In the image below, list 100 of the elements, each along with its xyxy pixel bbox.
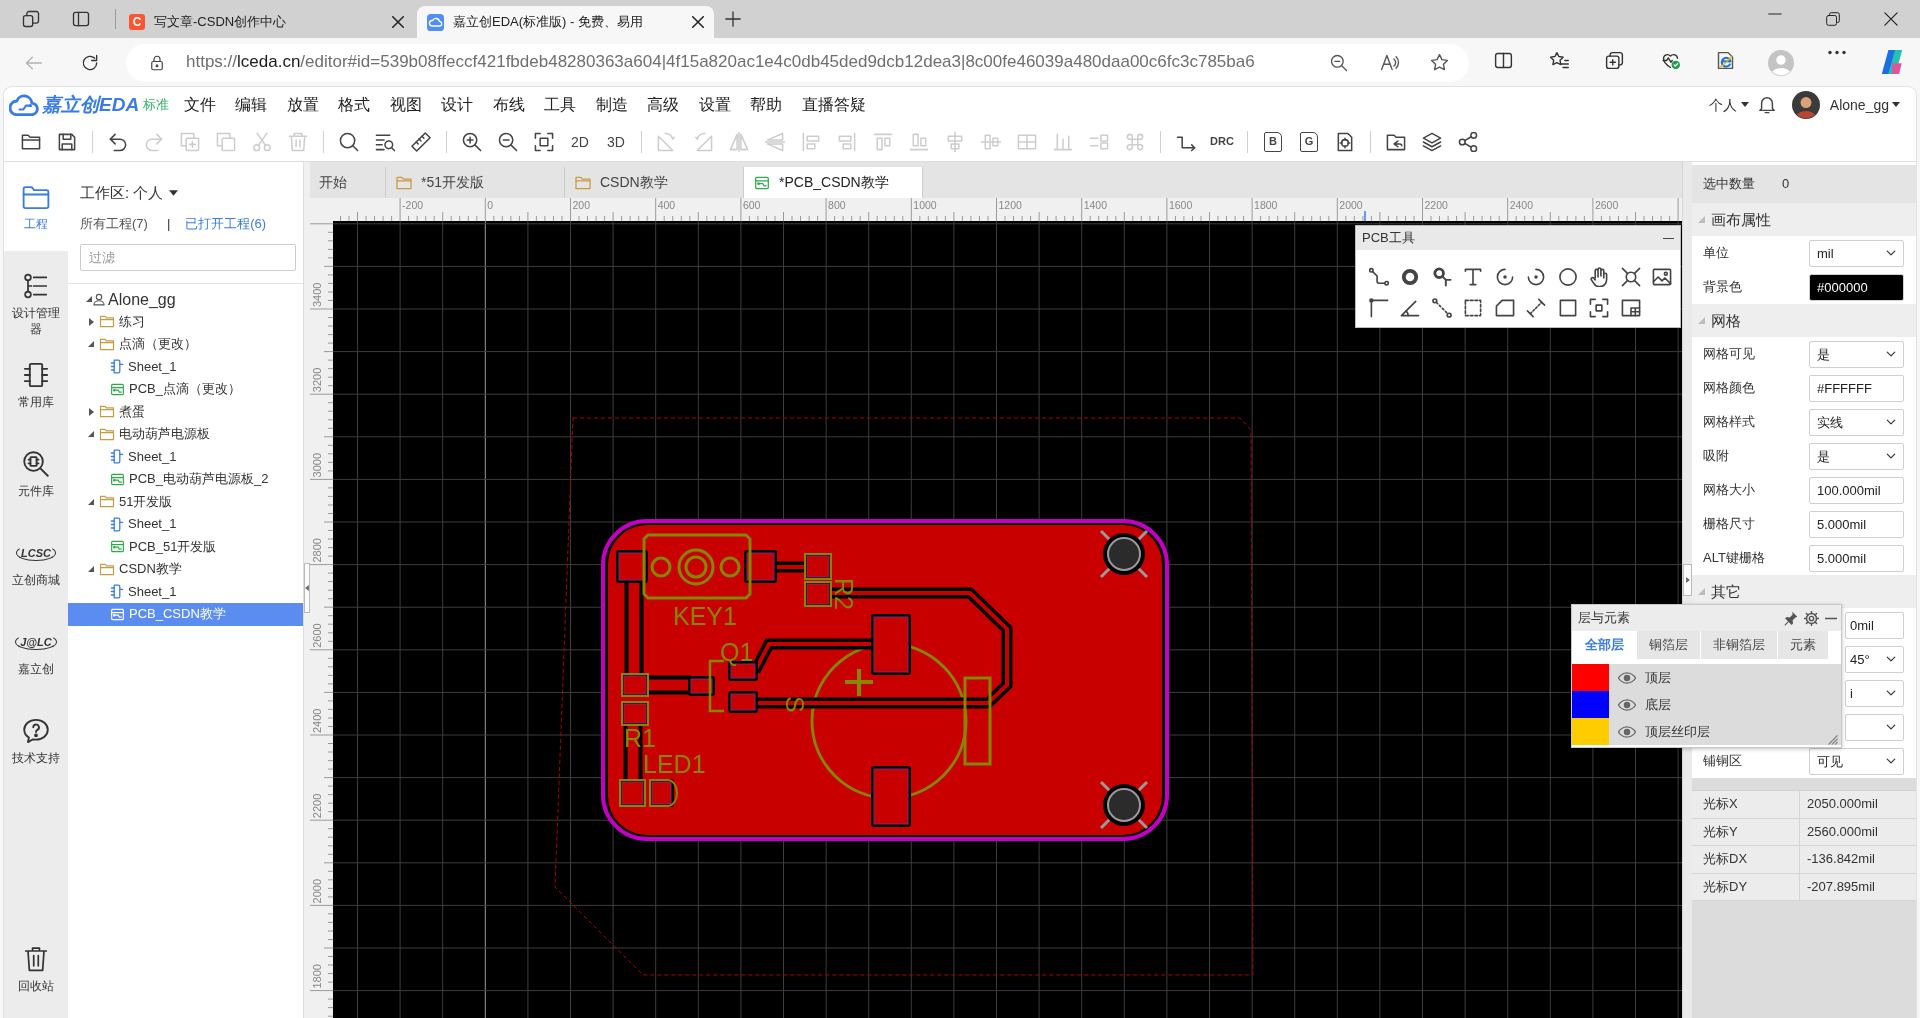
section-header[interactable]: 其它: [1692, 575, 1916, 608]
menu-item[interactable]: 格式: [328, 90, 380, 120]
zoom-out-icon[interactable]: [1329, 52, 1349, 73]
section-header[interactable]: 网格: [1692, 304, 1916, 337]
layer-row[interactable]: 顶层丝印层: [1572, 718, 1841, 745]
refresh-icon[interactable]: [80, 52, 100, 73]
workspace-dropdown[interactable]: 工作区: 个人: [80, 183, 179, 203]
property-select[interactable]: 45°: [1845, 645, 1904, 673]
avatar-icon[interactable]: [1791, 91, 1820, 119]
square-icon[interactable]: [1557, 297, 1578, 318]
menu-item[interactable]: 放置: [277, 90, 329, 120]
tree-item[interactable]: PCB_点滴（更改）: [68, 378, 303, 401]
sidebar-item[interactable]: 回收站: [4, 944, 68, 1018]
filter-field[interactable]: 过滤: [80, 244, 296, 271]
menu-item[interactable]: 设置: [689, 90, 741, 120]
property-select[interactable]: 是: [1809, 340, 1904, 368]
color-input[interactable]: #000000: [1809, 273, 1904, 301]
view-2d-button[interactable]: 2D: [562, 133, 598, 151]
dashed-rect-icon[interactable]: [1463, 297, 1484, 318]
close-icon[interactable]: [692, 16, 704, 28]
bell-icon[interactable]: [1757, 96, 1776, 114]
tree-item[interactable]: 51开发版: [68, 490, 303, 513]
collections-icon[interactable]: [1604, 49, 1626, 71]
workspaces-icon[interactable]: [21, 9, 41, 29]
drc-button[interactable]: DRC: [1204, 135, 1240, 149]
menu-item[interactable]: 设计: [431, 90, 483, 120]
workspace-menu[interactable]: 个人: [1708, 96, 1749, 114]
collapse-triangle-icon[interactable]: [88, 566, 94, 573]
undo-icon[interactable]: [108, 132, 128, 152]
settings-icon[interactable]: [1804, 610, 1819, 626]
find-list-icon[interactable]: [375, 132, 395, 152]
menu-item[interactable]: 布线: [483, 90, 535, 120]
eye-icon[interactable]: [1618, 698, 1636, 711]
zoom-in-icon[interactable]: [462, 132, 482, 152]
property-select[interactable]: 实线: [1809, 408, 1904, 436]
image-icon[interactable]: [1652, 266, 1673, 287]
tree-item[interactable]: Sheet_1: [68, 580, 303, 603]
search-icon[interactable]: [339, 132, 359, 152]
menu-item[interactable]: 编辑: [225, 90, 277, 120]
color-input[interactable]: #FFFFFF: [1809, 374, 1904, 402]
read-aloud-icon[interactable]: [1378, 52, 1400, 73]
resize-grip-icon[interactable]: [1828, 735, 1838, 745]
circle-icon[interactable]: [1557, 266, 1578, 287]
project-filter-link[interactable]: 所有工程(7): [80, 216, 148, 232]
property-select[interactable]: i: [1845, 679, 1904, 707]
arc-icon[interactable]: [1526, 266, 1547, 287]
target-file-icon[interactable]: [1335, 132, 1355, 152]
track-icon[interactable]: [1368, 266, 1389, 287]
arc-icon[interactable]: [1494, 266, 1515, 287]
user-menu[interactable]: Alone_gg: [1829, 96, 1900, 114]
sidebar-item[interactable]: 技术支持: [4, 696, 68, 785]
pin-icon[interactable]: [1783, 610, 1798, 626]
dotted-line-icon[interactable]: [1431, 297, 1452, 318]
project-filter-link[interactable]: 已打开工程(6): [185, 216, 267, 232]
tree-item[interactable]: 煮蛋: [68, 400, 303, 423]
pad-icon[interactable]: [1400, 266, 1421, 287]
minimize-icon[interactable]: [1663, 236, 1674, 240]
swirl-logo-icon[interactable]: [1880, 49, 1905, 74]
favorites-icon[interactable]: [1548, 49, 1570, 71]
sidebar-item[interactable]: LCSC 立创商城: [4, 518, 68, 607]
tree-item[interactable]: Sheet_1: [68, 445, 303, 468]
editor-tab[interactable]: *PCB_CSDN教学: [744, 167, 923, 198]
tree-item[interactable]: PCB_电动葫芦电源板_2: [68, 468, 303, 491]
splitter-handle[interactable]: [304, 563, 310, 613]
import-file-icon[interactable]: [1386, 132, 1406, 152]
property-select[interactable]: 可见: [1809, 747, 1904, 775]
star-icon[interactable]: [1428, 52, 1450, 73]
tree-item[interactable]: Sheet_1: [68, 513, 303, 536]
close-icon[interactable]: [392, 16, 404, 28]
property-input[interactable]: 5.000mil: [1809, 510, 1904, 538]
polygon-area-icon[interactable]: [1494, 297, 1515, 318]
close-icon[interactable]: [1884, 12, 1898, 26]
via-icon[interactable]: [1431, 266, 1452, 287]
sidebar-item[interactable]: 元件库: [4, 429, 68, 518]
share-icon[interactable]: [1458, 132, 1478, 152]
menu-item[interactable]: 高级: [637, 90, 689, 120]
layer-row[interactable]: 顶层: [1572, 664, 1841, 691]
eye-icon[interactable]: [1618, 725, 1636, 738]
layers-icon[interactable]: [1422, 132, 1442, 152]
letter-file-button[interactable]: G: [1300, 132, 1318, 152]
property-select[interactable]: mil: [1809, 239, 1904, 267]
panel-tab[interactable]: 铜箔层: [1636, 631, 1700, 659]
expand-triangle-icon[interactable]: [88, 407, 94, 416]
tree-item[interactable]: Sheet_1: [68, 355, 303, 378]
browser-tab[interactable]: C 写文章-CSDN创作中心: [119, 6, 414, 38]
new-tab-icon[interactable]: [725, 11, 741, 27]
expand-triangle-icon[interactable]: [88, 317, 94, 326]
frame-select-icon[interactable]: [1589, 297, 1610, 318]
collapse-triangle-icon[interactable]: [88, 341, 94, 348]
restore-icon[interactable]: [1826, 12, 1840, 26]
tree-item[interactable]: Alone_gg: [68, 288, 303, 311]
splitter-handle[interactable]: [1683, 564, 1692, 596]
property-input[interactable]: 0mil: [1845, 611, 1904, 639]
collapse-triangle-icon[interactable]: [86, 296, 92, 303]
corner-line-icon[interactable]: [1368, 297, 1389, 318]
open-file-icon[interactable]: [21, 132, 41, 152]
property-input[interactable]: 100.000mil: [1809, 476, 1904, 504]
collapse-triangle-icon[interactable]: [88, 431, 94, 438]
menu-item[interactable]: 文件: [174, 90, 226, 120]
layer-row[interactable]: 底层: [1572, 691, 1841, 718]
